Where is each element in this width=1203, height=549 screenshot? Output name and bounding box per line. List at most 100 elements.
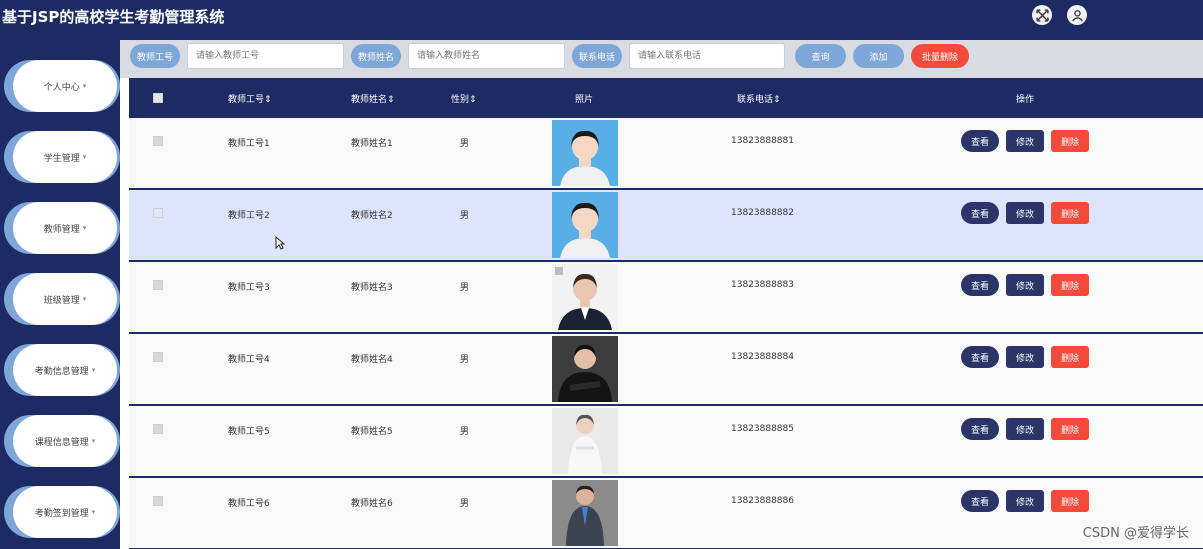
sidebar-item-label: 班级管理	[43, 295, 80, 306]
sidebar-item-label: 教师管理	[43, 224, 80, 235]
row-checkbox[interactable]	[153, 136, 163, 146]
gender-cell: 男	[460, 139, 470, 149]
column-header-phone[interactable]: 联系电话⇕	[737, 92, 781, 105]
row-checkbox[interactable]	[153, 280, 163, 290]
row-checkbox[interactable]	[153, 496, 163, 506]
chevron-down-icon: ▾	[91, 437, 96, 445]
row-checkbox[interactable]	[153, 352, 163, 362]
mouse-cursor-icon	[275, 236, 285, 250]
teacher-name-cell: 教师姓名4	[351, 355, 393, 365]
sidebar-item-teacher-management[interactable]: 教师管理 ▾	[4, 202, 120, 254]
teacher-name-cell: 教师姓名3	[351, 283, 393, 293]
teacher-no-cell: 教师工号4	[228, 355, 270, 365]
sidebar-item-student-management[interactable]: 学生管理 ▾	[4, 131, 120, 183]
teacher-photo[interactable]	[552, 120, 618, 186]
sidebar-item-attendance-checkin[interactable]: 考勤签到管理 ▾	[4, 486, 120, 538]
sidebar-item-label: 考勤签到管理	[34, 508, 89, 519]
teacher-no-input[interactable]	[187, 43, 344, 69]
gender-cell: 男	[460, 283, 470, 293]
teacher-name-cell: 教师姓名6	[351, 499, 393, 509]
sidebar-item-personal-center[interactable]: 个人中心 ▾	[4, 60, 120, 112]
row-checkbox[interactable]	[153, 424, 163, 434]
phone-cell: 13823888885	[731, 424, 794, 434]
query-button[interactable]: 查询	[795, 44, 846, 68]
column-header-photo: 照片	[575, 95, 594, 105]
teacher-name-label: 教师姓名	[351, 44, 401, 68]
view-button[interactable]: 查看	[961, 130, 999, 152]
phone-cell: 13823888883	[731, 280, 794, 290]
gender-cell: 男	[460, 211, 470, 221]
edit-button[interactable]: 修改	[1006, 346, 1044, 368]
table-row[interactable]: 教师工号2 教师姓名2 男 13823888882 查看 修改 删除	[129, 190, 1203, 262]
chevron-down-icon: ▾	[91, 508, 96, 516]
chevron-down-icon: ▾	[82, 153, 87, 161]
delete-button[interactable]: 删除	[1051, 418, 1089, 440]
fullscreen-icon[interactable]	[1032, 5, 1052, 25]
sort-icon: ⇕	[264, 95, 272, 105]
sidebar-item-class-management[interactable]: 班级管理 ▾	[4, 273, 120, 325]
column-header-gender[interactable]: 性别⇕	[451, 92, 477, 105]
edit-button[interactable]: 修改	[1006, 490, 1044, 512]
teacher-photo[interactable]	[552, 480, 618, 546]
sort-icon: ⇕	[469, 95, 477, 105]
batch-delete-button[interactable]: 批量删除	[911, 44, 969, 68]
edit-button[interactable]: 修改	[1006, 274, 1044, 296]
table-row[interactable]: 教师工号1 教师姓名1 男 13823888881 查看 修改 删除	[129, 118, 1203, 190]
phone-cell: 13823888881	[731, 136, 794, 146]
edit-button[interactable]: 修改	[1006, 202, 1044, 224]
user-icon[interactable]	[1067, 5, 1087, 25]
phone-input[interactable]	[629, 43, 785, 69]
table-row[interactable]: 教师工号3 教师姓名3 男 13823888883 查看 修改 删除	[129, 262, 1203, 334]
delete-button[interactable]: 删除	[1051, 490, 1089, 512]
teacher-no-cell: 教师工号1	[228, 139, 270, 149]
select-all-checkbox[interactable]	[153, 93, 163, 103]
teacher-photo[interactable]	[552, 264, 618, 330]
chevron-down-icon: ▾	[82, 224, 87, 232]
view-button[interactable]: 查看	[961, 274, 999, 296]
edit-button[interactable]: 修改	[1006, 418, 1044, 440]
sidebar-item-attendance-info[interactable]: 考勤信息管理 ▾	[4, 344, 120, 396]
view-button[interactable]: 查看	[961, 490, 999, 512]
phone-label: 联系电话	[572, 44, 622, 68]
teacher-name-cell: 教师姓名2	[351, 211, 393, 221]
delete-button[interactable]: 删除	[1051, 346, 1089, 368]
teacher-photo[interactable]	[552, 408, 618, 474]
table-row[interactable]: 教师工号6 教师姓名6 男 13823888886 查看 修改 删除	[129, 478, 1203, 549]
sidebar-item-label: 学生管理	[43, 153, 80, 164]
main-content: 教师工号 教师姓名 联系电话 查询 添加 批量删除 教师工号⇕ 教师姓名⇕ 性别…	[120, 40, 1203, 549]
view-button[interactable]: 查看	[961, 346, 999, 368]
teacher-photo[interactable]	[552, 192, 618, 258]
column-header-teacher-name[interactable]: 教师姓名⇕	[351, 92, 395, 105]
watermark: CSDN @爱得学长	[1082, 526, 1189, 541]
app-title: 基于JSP的高校学生考勤管理系统	[2, 8, 225, 26]
teacher-no-cell: 教师工号5	[228, 427, 270, 437]
sort-icon: ⇕	[773, 95, 781, 105]
sidebar: 个人中心 ▾ 学生管理 ▾ 教师管理 ▾ 班级管理 ▾ 考勤信息管理 ▾ 课程信息管理 ▾ …	[0, 40, 120, 549]
sidebar-item-course-info[interactable]: 课程信息管理 ▾	[4, 415, 120, 467]
phone-cell: 13823888886	[731, 496, 794, 506]
teacher-photo[interactable]	[552, 336, 618, 402]
sidebar-item-label: 个人中心	[43, 82, 80, 93]
edit-button[interactable]: 修改	[1006, 130, 1044, 152]
chevron-down-icon: ▾	[82, 295, 87, 303]
teacher-no-cell: 教师工号2	[228, 211, 270, 221]
teacher-name-cell: 教师姓名1	[351, 139, 393, 149]
teacher-name-input[interactable]	[408, 43, 565, 69]
delete-button[interactable]: 删除	[1051, 130, 1089, 152]
row-checkbox[interactable]	[153, 208, 163, 218]
gender-cell: 男	[460, 499, 470, 509]
delete-button[interactable]: 删除	[1051, 274, 1089, 296]
view-button[interactable]: 查看	[961, 202, 999, 224]
column-header-teacher-no[interactable]: 教师工号⇕	[228, 92, 272, 105]
gender-cell: 男	[460, 427, 470, 437]
delete-button[interactable]: 删除	[1051, 202, 1089, 224]
table-header: 教师工号⇕ 教师姓名⇕ 性别⇕ 照片 联系电话⇕ 操作	[129, 78, 1203, 118]
sidebar-item-label: 课程信息管理	[34, 437, 89, 448]
teacher-name-cell: 教师姓名5	[351, 427, 393, 437]
filter-bar: 教师工号 教师姓名 联系电话 查询 添加 批量删除	[120, 40, 1203, 78]
sidebar-item-label: 考勤信息管理	[34, 366, 89, 377]
view-button[interactable]: 查看	[961, 418, 999, 440]
add-button[interactable]: 添加	[853, 44, 904, 68]
table-row[interactable]: 教师工号4 教师姓名4 男 13823888884 查看 修改 删除	[129, 334, 1203, 406]
table-row[interactable]: 教师工号5 教师姓名5 男 13823888885 查看 修改 删除	[129, 406, 1203, 478]
